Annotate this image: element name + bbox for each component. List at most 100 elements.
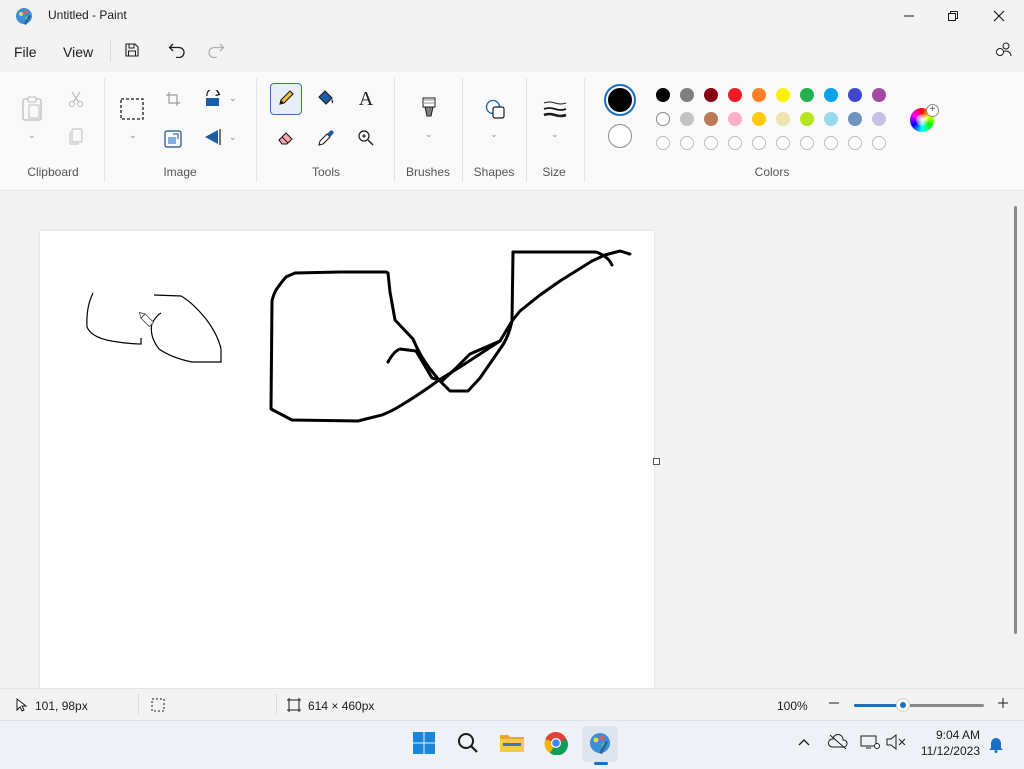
group-label-colors: Colors <box>754 165 790 179</box>
search-button[interactable] <box>450 726 486 762</box>
color-swatch[interactable] <box>800 112 814 126</box>
menu-bar <box>0 32 1024 72</box>
vertical-scrollbar[interactable] <box>1014 206 1017 634</box>
resize-button[interactable] <box>157 124 189 156</box>
paste-icon <box>21 96 43 125</box>
custom-color-slot[interactable] <box>800 136 814 150</box>
color-swatch[interactable] <box>728 112 742 126</box>
canvas-resize-handle[interactable] <box>653 458 660 465</box>
drawing-canvas[interactable] <box>40 231 654 688</box>
custom-color-slot[interactable] <box>704 136 718 150</box>
rotate-icon <box>203 87 223 111</box>
paste-button[interactable] <box>16 94 48 126</box>
zoom-in-button[interactable] <box>995 696 1011 712</box>
color-picker-tool-button[interactable] <box>310 123 342 155</box>
color-swatch[interactable] <box>776 88 790 102</box>
color-swatch[interactable] <box>776 112 790 126</box>
color-swatch[interactable] <box>848 88 862 102</box>
rotate-button[interactable] <box>197 84 229 116</box>
shapes-icon <box>484 98 506 123</box>
color-swatch[interactable] <box>800 88 814 102</box>
redo-button[interactable] <box>202 38 230 64</box>
crop-button[interactable] <box>157 84 189 116</box>
menu-file[interactable]: File <box>14 44 37 60</box>
color-swatch[interactable] <box>872 112 886 126</box>
custom-color-slot[interactable] <box>656 136 670 150</box>
bell-icon <box>988 738 1004 756</box>
primary-color-button[interactable] <box>604 84 636 116</box>
network-icon[interactable] <box>860 734 880 753</box>
ribbon-separator <box>104 78 105 182</box>
color-swatch[interactable] <box>656 112 670 126</box>
cut-button[interactable] <box>60 84 92 116</box>
color-swatch[interactable] <box>824 112 838 126</box>
group-label-shapes: Shapes <box>473 165 515 179</box>
start-button[interactable] <box>406 726 442 762</box>
taskbar-clock[interactable]: 9:04 AM 11/12/2023 <box>914 728 980 758</box>
text-tool-button[interactable]: A <box>350 83 382 115</box>
color-swatch[interactable] <box>680 88 694 102</box>
ribbon-separator <box>584 78 585 182</box>
magnifier-tool-button[interactable] <box>350 123 382 155</box>
volume-muted-icon[interactable] <box>886 733 906 753</box>
color-swatch[interactable] <box>704 88 718 102</box>
chrome-icon <box>544 731 568 758</box>
color-swatch[interactable] <box>704 112 718 126</box>
color-swatch[interactable] <box>824 88 838 102</box>
custom-color-slot[interactable] <box>752 136 766 150</box>
size-dropdown-chevron[interactable]: ⌄ <box>551 129 559 140</box>
color-swatch[interactable] <box>680 112 694 126</box>
eraser-icon <box>277 130 295 149</box>
select-dropdown-chevron[interactable]: ⌄ <box>129 130 137 141</box>
undo-button[interactable] <box>163 38 191 64</box>
account-button[interactable] <box>990 38 1018 64</box>
zoom-out-button[interactable] <box>826 696 842 712</box>
rotate-dropdown-chevron[interactable]: ⌄ <box>229 93 237 104</box>
custom-color-slot[interactable] <box>776 136 790 150</box>
edit-colors-button[interactable]: + <box>910 104 939 132</box>
undo-icon <box>168 42 186 61</box>
color-swatch[interactable] <box>728 88 742 102</box>
color-swatch[interactable] <box>752 88 766 102</box>
paste-dropdown-chevron[interactable]: ⌄ <box>28 130 36 141</box>
minimize-button[interactable] <box>886 0 932 32</box>
file-explorer-button[interactable] <box>494 726 530 762</box>
eraser-tool-button[interactable] <box>270 123 302 155</box>
magnifier-icon <box>357 129 375 150</box>
custom-color-slot[interactable] <box>824 136 838 150</box>
cloud-offline-icon[interactable] <box>828 733 848 753</box>
flip-icon <box>203 128 223 149</box>
maximize-button[interactable] <box>930 0 976 32</box>
chrome-button[interactable] <box>538 726 574 762</box>
flip-button[interactable] <box>197 122 229 154</box>
pencil-tool-button[interactable] <box>270 83 302 115</box>
rectangle-select-icon <box>120 97 144 123</box>
copy-button[interactable] <box>60 122 92 154</box>
color-swatch[interactable] <box>752 112 766 126</box>
paint-taskbar-button[interactable] <box>582 726 618 762</box>
notifications-button[interactable] <box>988 735 1004 756</box>
canvas-drawing <box>86 249 632 423</box>
close-button[interactable] <box>976 0 1022 32</box>
custom-color-slot[interactable] <box>848 136 862 150</box>
secondary-color-button[interactable] <box>608 124 632 148</box>
save-button[interactable] <box>118 38 146 64</box>
pencil-cursor-icon <box>138 311 155 328</box>
show-hidden-icons-button[interactable] <box>798 736 810 750</box>
shapes-button[interactable] <box>479 94 511 126</box>
menu-view[interactable]: View <box>63 44 93 60</box>
custom-color-slot[interactable] <box>872 136 886 150</box>
shapes-dropdown-chevron[interactable]: ⌄ <box>490 129 498 140</box>
brushes-button[interactable] <box>413 94 445 126</box>
custom-color-slot[interactable] <box>728 136 742 150</box>
fill-tool-button[interactable] <box>310 83 342 115</box>
flip-dropdown-chevron[interactable]: ⌄ <box>229 132 237 143</box>
size-button[interactable] <box>539 94 571 126</box>
clock-time: 9:04 AM <box>935 728 980 742</box>
color-swatch[interactable] <box>848 112 862 126</box>
color-swatch[interactable] <box>656 88 670 102</box>
color-swatch[interactable] <box>872 88 886 102</box>
custom-color-slot[interactable] <box>680 136 694 150</box>
brushes-dropdown-chevron[interactable]: ⌄ <box>425 129 433 140</box>
select-button[interactable] <box>116 94 148 126</box>
